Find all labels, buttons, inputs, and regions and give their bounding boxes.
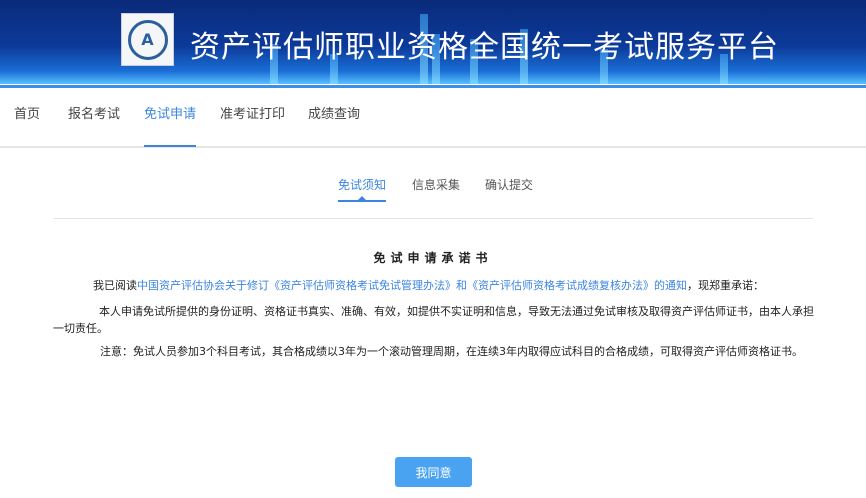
site-title: 资产评估师职业资格全国统一考试服务平台 — [190, 30, 779, 65]
nav-home[interactable]: 首页 — [14, 103, 40, 147]
agree-button[interactable]: 我同意 — [395, 457, 472, 487]
step-info-collect[interactable]: 信息采集 — [412, 176, 460, 202]
main-nav: 首页 报名考试 免试申请 准考证打印 成绩查询 — [0, 88, 866, 148]
nav-admission-print[interactable]: 准考证打印 — [220, 103, 285, 147]
nav-exemption[interactable]: 免试申请 — [144, 103, 197, 147]
step-confirm[interactable]: 确认提交 — [485, 176, 533, 202]
divider — [53, 218, 813, 219]
paragraph-promise: 本人申请免试所提供的身份证明、资格证书真实、准确、有效，如提供不实证明和信息，导… — [53, 305, 814, 335]
text: 我已阅读 — [93, 279, 137, 292]
nav-register-exam[interactable]: 报名考试 — [68, 103, 120, 147]
step-notice[interactable]: 免试须知 — [338, 176, 387, 202]
paragraph-note: 注意：免试人员参加3个科目考试，其合格成绩以3年为一个滚动管理周期，在连续3年内… — [100, 345, 803, 358]
document-title: 免试申请承诺书 — [373, 251, 493, 265]
paragraph-read: 我已阅读中国资产评估协会关于修订《资产评估师资格考试免试管理办法》和《资产评估师… — [53, 277, 815, 294]
logo: A — [121, 13, 174, 66]
nav-score-query[interactable]: 成绩查询 — [308, 103, 360, 147]
header-banner: A 资产评估师职业资格全国统一考试服务平台 — [0, 0, 866, 84]
notice-link[interactable]: 中国资产评估协会关于修订《资产评估师资格考试免试管理办法》和《资产评估师资格考试… — [137, 279, 687, 292]
text: ，现郑重承诺： — [687, 279, 764, 292]
